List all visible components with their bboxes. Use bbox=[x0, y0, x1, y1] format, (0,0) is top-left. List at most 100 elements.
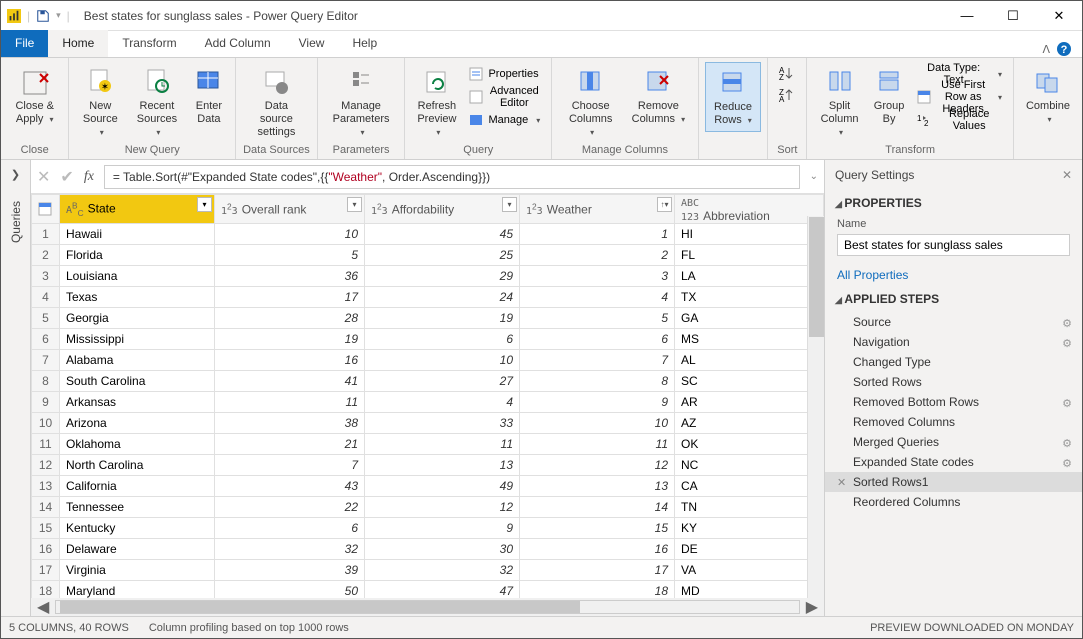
table-row[interactable]: 3Louisiana36293LA bbox=[32, 266, 824, 287]
tab-file[interactable]: File bbox=[1, 30, 48, 57]
table-corner[interactable] bbox=[32, 195, 60, 224]
manage-parameters-button[interactable]: Manage Parameters bbox=[324, 62, 399, 143]
table-row[interactable]: 12North Carolina71312NC bbox=[32, 455, 824, 476]
commit-formula-icon[interactable]: ✔ bbox=[60, 167, 73, 187]
properties-button[interactable]: Properties bbox=[464, 62, 545, 85]
sort-desc-button[interactable]: ZA bbox=[774, 84, 800, 106]
table-row[interactable]: 4Texas17244TX bbox=[32, 287, 824, 308]
table-row[interactable]: 17Virginia393217VA bbox=[32, 560, 824, 581]
applied-step[interactable]: Changed Type bbox=[825, 352, 1082, 372]
table-row[interactable]: 10Arizona383310AZ bbox=[32, 413, 824, 434]
applied-step[interactable]: ✕Sorted Rows1 bbox=[825, 472, 1082, 492]
table-row[interactable]: 14Tennessee221214TN bbox=[32, 497, 824, 518]
remove-columns-button[interactable]: Remove Columns bbox=[625, 62, 692, 143]
advanced-editor-button[interactable]: Advanced Editor bbox=[464, 85, 545, 108]
reduce-rows-button[interactable]: Reduce Rows bbox=[705, 62, 762, 132]
column-header-weather[interactable]: 123Weather↑▾ bbox=[520, 195, 675, 224]
svg-text:✶: ✶ bbox=[101, 82, 109, 93]
table-row[interactable]: 5Georgia28195GA bbox=[32, 308, 824, 329]
column-header-abbrev[interactable]: ABC123Abbreviation bbox=[675, 195, 824, 224]
gear-icon[interactable]: ⚙ bbox=[1062, 317, 1072, 330]
fx-icon[interactable]: fx bbox=[84, 169, 94, 185]
group-by-button[interactable]: Group By bbox=[868, 62, 911, 143]
table-row[interactable]: 18Maryland504718MD bbox=[32, 581, 824, 599]
table-row[interactable]: 6Mississippi1966MS bbox=[32, 329, 824, 350]
close-apply-button[interactable]: Close & Apply bbox=[7, 62, 62, 130]
table-row[interactable]: 2Florida5252FL bbox=[32, 245, 824, 266]
gear-icon[interactable]: ⚙ bbox=[1062, 457, 1072, 470]
minimize-button[interactable]: — bbox=[944, 1, 990, 31]
column-header-rank[interactable]: 123Overall rank▾ bbox=[215, 195, 365, 224]
settings-title: Query Settings bbox=[835, 168, 914, 182]
formula-dropdown-icon[interactable]: ⌄ bbox=[810, 171, 818, 182]
maximize-button[interactable]: ☐ bbox=[990, 1, 1036, 31]
table-row[interactable]: 9Arkansas1149AR bbox=[32, 392, 824, 413]
table-row[interactable]: 7Alabama16107AL bbox=[32, 350, 824, 371]
ribbon-tabs: File Home Transform Add Column View Help… bbox=[1, 31, 1082, 58]
cancel-formula-icon[interactable]: ✕ bbox=[37, 167, 50, 187]
table-row[interactable]: 16Delaware323016DE bbox=[32, 539, 824, 560]
manage-button[interactable]: Manage bbox=[464, 108, 545, 131]
applied-steps-section[interactable]: APPLIED STEPS bbox=[825, 286, 1082, 312]
tab-transform[interactable]: Transform bbox=[108, 30, 190, 57]
save-icon[interactable] bbox=[36, 9, 50, 23]
sort-asc-filter-icon[interactable]: ↑▾ bbox=[657, 197, 672, 212]
gear-icon[interactable]: ⚙ bbox=[1062, 437, 1072, 450]
column-header-state[interactable]: ABCState▾ bbox=[60, 195, 215, 224]
sort-asc-button[interactable]: AZ bbox=[774, 62, 800, 84]
applied-step[interactable]: Removed Columns bbox=[825, 412, 1082, 432]
new-source-button[interactable]: ✶New Source bbox=[75, 62, 125, 143]
tab-view[interactable]: View bbox=[285, 30, 339, 57]
table-row[interactable]: 8South Carolina41278SC bbox=[32, 371, 824, 392]
applied-step[interactable]: Sorted Rows bbox=[825, 372, 1082, 392]
gear-icon[interactable]: ⚙ bbox=[1062, 397, 1072, 410]
help-icon[interactable]: ? bbox=[1056, 41, 1072, 57]
applied-step[interactable]: Reordered Columns bbox=[825, 492, 1082, 512]
applied-step[interactable]: Navigation⚙ bbox=[825, 332, 1082, 352]
recent-sources-button[interactable]: Recent Sources bbox=[127, 62, 187, 143]
tab-home[interactable]: Home bbox=[48, 30, 108, 57]
table-row[interactable]: 1Hawaii10451HI bbox=[32, 224, 824, 245]
ribbon: Close & Apply Close ✶New Source Recent S… bbox=[1, 58, 1082, 160]
table-row[interactable]: 15Kentucky6915KY bbox=[32, 518, 824, 539]
data-grid[interactable]: ABCState▾ 123Overall rank▾ 123Affordabil… bbox=[31, 194, 824, 598]
filter-icon[interactable]: ▾ bbox=[197, 197, 212, 212]
refresh-preview-button[interactable]: Refresh Preview bbox=[411, 62, 462, 143]
table-row[interactable]: 11Oklahoma211111OK bbox=[32, 434, 824, 455]
collapse-ribbon-icon[interactable]: ᐱ bbox=[1042, 43, 1050, 56]
choose-columns-button[interactable]: Choose Columns bbox=[558, 62, 623, 143]
horizontal-scrollbar[interactable]: ◀▶ bbox=[31, 598, 824, 616]
gear-icon[interactable]: ⚙ bbox=[1062, 337, 1072, 350]
column-header-affordability[interactable]: 123Affordability▾ bbox=[365, 195, 520, 224]
replace-values-button[interactable]: 12Replace Values bbox=[912, 108, 1007, 131]
queries-pane-collapsed[interactable]: ❯ Queries bbox=[1, 160, 31, 616]
tab-addcolumn[interactable]: Add Column bbox=[191, 30, 285, 57]
split-column-button[interactable]: Split Column bbox=[813, 62, 865, 143]
close-settings-icon[interactable]: ✕ bbox=[1062, 168, 1072, 182]
svg-text:Z: Z bbox=[779, 73, 784, 81]
svg-text:A: A bbox=[779, 95, 785, 103]
data-source-settings-button[interactable]: Data source settings bbox=[242, 62, 311, 143]
delete-step-icon[interactable]: ✕ bbox=[837, 476, 846, 489]
expand-queries-icon[interactable]: ❯ bbox=[11, 168, 20, 181]
combine-button[interactable]: Combine bbox=[1020, 62, 1076, 130]
status-profiling[interactable]: Column profiling based on top 1000 rows bbox=[149, 622, 349, 634]
applied-step[interactable]: Removed Bottom Rows⚙ bbox=[825, 392, 1082, 412]
table-row[interactable]: 13California434913CA bbox=[32, 476, 824, 497]
applied-step[interactable]: Merged Queries⚙ bbox=[825, 432, 1082, 452]
tab-help[interactable]: Help bbox=[338, 30, 391, 57]
applied-step[interactable]: Expanded State codes⚙ bbox=[825, 452, 1082, 472]
first-row-headers-button[interactable]: Use First Row as Headers bbox=[912, 85, 1007, 108]
filter-icon[interactable]: ▾ bbox=[502, 197, 517, 212]
applied-step[interactable]: Source⚙ bbox=[825, 312, 1082, 332]
vertical-scrollbar[interactable] bbox=[807, 216, 824, 598]
all-properties-link[interactable]: All Properties bbox=[825, 264, 1082, 286]
close-button[interactable]: ✕ bbox=[1036, 1, 1082, 31]
filter-icon[interactable]: ▾ bbox=[347, 197, 362, 212]
formula-input[interactable]: = Table.Sort(#"Expanded State codes",{{"… bbox=[104, 165, 800, 189]
app-icon bbox=[7, 9, 21, 23]
enter-data-button[interactable]: Enter Data bbox=[189, 62, 229, 143]
status-preview-time: PREVIEW DOWNLOADED ON MONDAY bbox=[870, 622, 1074, 634]
query-name-input[interactable] bbox=[837, 234, 1070, 256]
properties-section[interactable]: PROPERTIES bbox=[825, 190, 1082, 216]
